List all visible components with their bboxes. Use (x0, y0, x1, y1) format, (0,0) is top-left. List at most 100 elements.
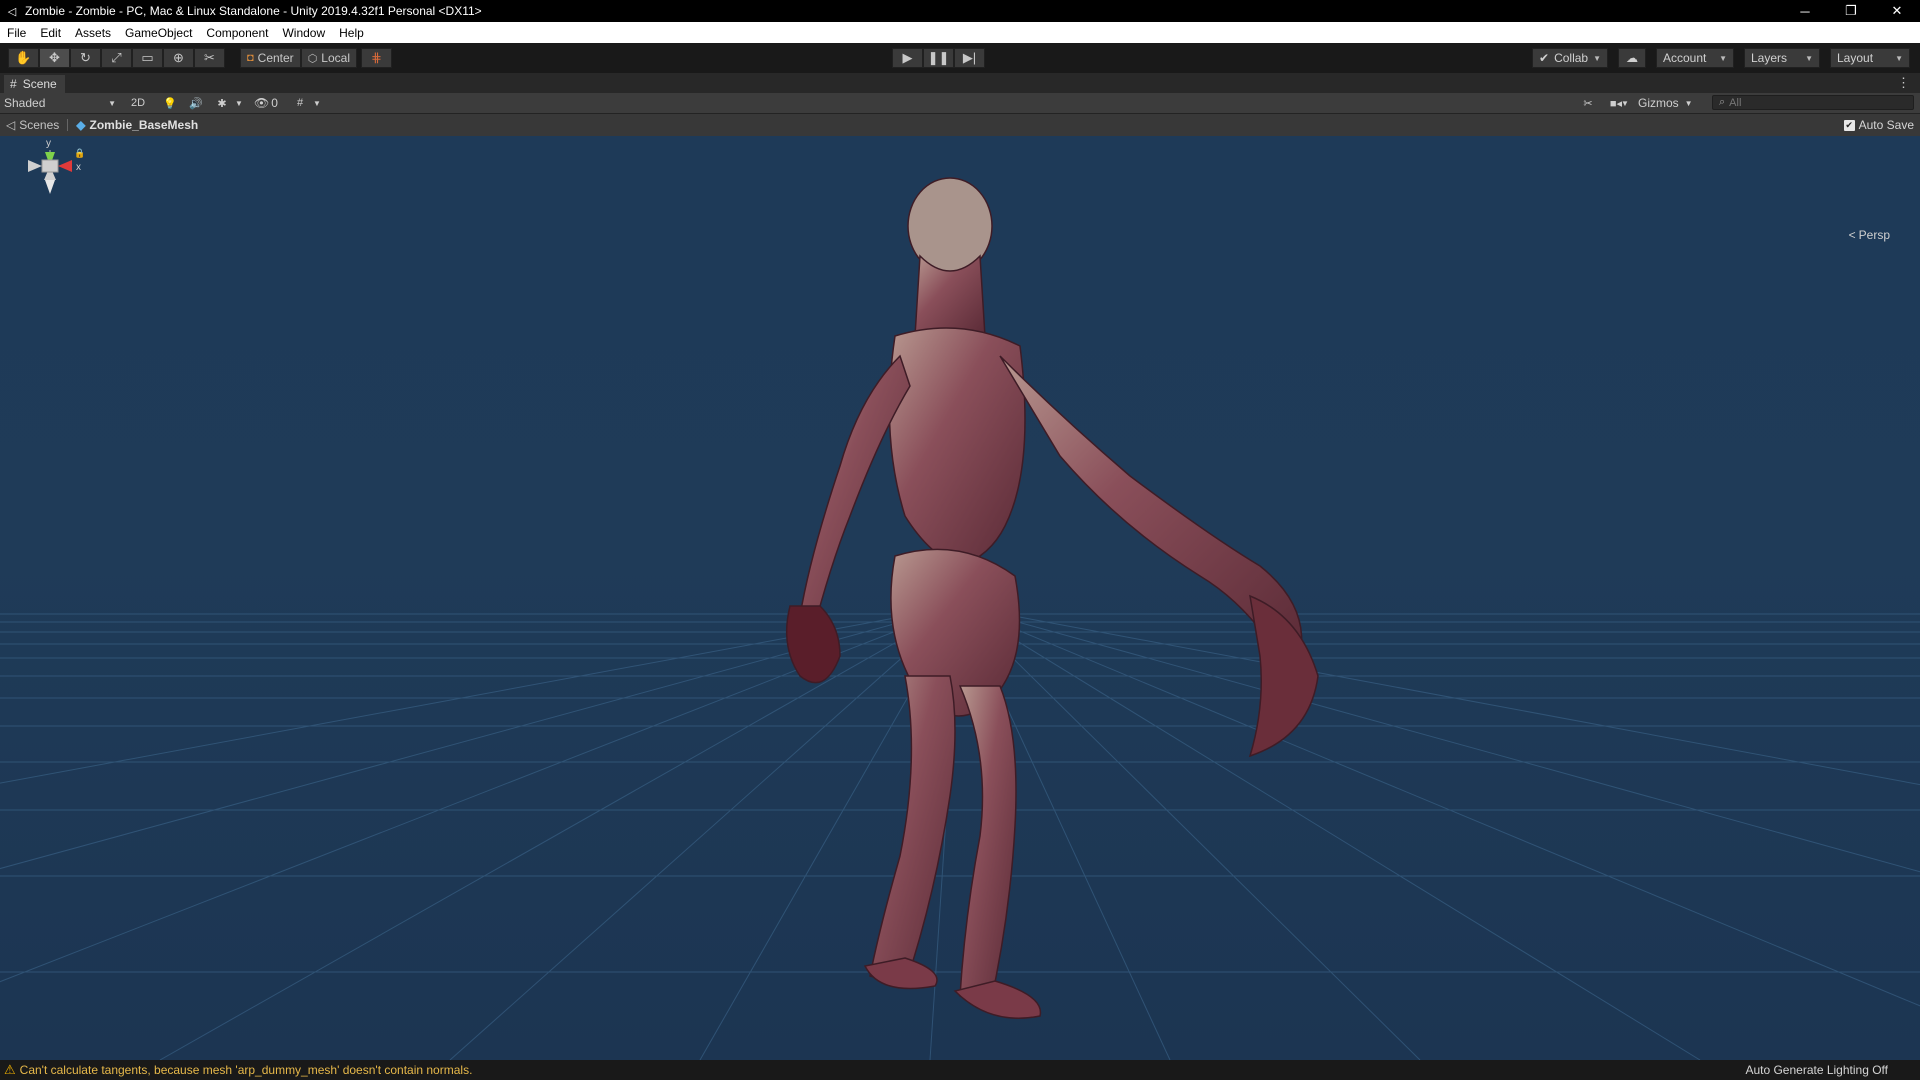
status-bar: ⚠ Can't calculate tangents, because mesh… (0, 1060, 1920, 1080)
layout-label: Layout (1837, 51, 1874, 65)
grid-snap-icon[interactable]: ⋕ (360, 48, 392, 68)
tools-icon[interactable]: ✂ (1576, 94, 1600, 112)
auto-save-checkbox[interactable]: ✔ (1843, 119, 1855, 131)
x-axis-cone[interactable] (58, 160, 72, 172)
chevron-down-icon: ▼ (1593, 53, 1602, 63)
scene-viewport[interactable]: y x 🔒 < Persp (0, 136, 1920, 1060)
rotate-tool-icon[interactable]: ↻ (70, 48, 101, 68)
main-toolbar: ✋ ✥ ↻ ⤢ ▭ ⊕ ✂ ◘ Center ⬡ Local ⋕ ▶ ❚❚ ▶|… (0, 43, 1920, 73)
pivot-rotation-label: Local (321, 51, 350, 65)
scene-tab-bar: # Scene ⋮ (0, 73, 1920, 93)
gizmos-label: Gizmos (1638, 96, 1679, 110)
breadcrumb: ◁ Scenes ◆ Zombie_BaseMesh ✔ Auto Save (0, 114, 1920, 136)
scale-tool-icon[interactable]: ⤢ (101, 48, 132, 68)
minimize-button[interactable]: ─ (1782, 0, 1828, 22)
collab-label: Collab (1554, 51, 1589, 65)
prefab-cube-icon: ◆ (76, 118, 86, 132)
hidden-objects-toggle[interactable]: 👁 0 (254, 94, 278, 112)
gizmo-x-label: x (76, 162, 81, 173)
chevron-down-icon[interactable]: ▼ (232, 94, 246, 112)
gizmos-dropdown[interactable]: Gizmos ▼ (1638, 94, 1693, 112)
breadcrumb-root-label: Scenes (19, 118, 60, 132)
pause-icon[interactable]: ❚❚ (923, 48, 954, 68)
pivot-mode-label: Center (257, 51, 294, 65)
chevron-down-icon: ▼ (1719, 53, 1727, 63)
menu-file[interactable]: File (0, 26, 33, 40)
tab-menu-icon[interactable]: ⋮ (1897, 75, 1910, 91)
projection-label: Persp (1858, 228, 1890, 242)
auto-save-label: Auto Save (1858, 118, 1914, 132)
warning-icon: ⚠ (4, 1062, 16, 1077)
account-dropdown[interactable]: Account ▼ (1656, 48, 1734, 68)
effects-toggle-icon[interactable]: ✱ (210, 94, 234, 112)
menu-help[interactable]: Help (332, 26, 371, 40)
lighting-status[interactable]: Auto Generate Lighting Off (1745, 1063, 1888, 1077)
breadcrumb-prefab[interactable]: ◆ Zombie_BaseMesh (76, 118, 198, 132)
back-icon: ◁ (6, 118, 16, 132)
menu-assets[interactable]: Assets (68, 26, 118, 40)
play-icon[interactable]: ▶ (892, 48, 923, 68)
title-bar: ◁ Zombie - Zombie - PC, Mac & Linux Stan… (0, 0, 1920, 22)
play-controls: ▶ ❚❚ ▶| (892, 48, 985, 68)
auto-save-toggle[interactable]: ✔ Auto Save (1843, 118, 1914, 132)
scene-search-input[interactable]: ⌕ All (1712, 95, 1914, 110)
pivot-tools: ◘ Center ⬡ Local ⋕ (240, 48, 392, 68)
pivot-center-icon: ◘ (247, 52, 254, 64)
hand-tool-icon[interactable]: ✋ (8, 48, 39, 68)
scene-grid-icon: # (10, 77, 17, 91)
layers-dropdown[interactable]: Layers ▼ (1744, 48, 1820, 68)
lock-icon[interactable]: 🔒 (74, 148, 85, 159)
pivot-mode-button[interactable]: ◘ Center (240, 48, 301, 68)
layers-label: Layers (1751, 51, 1788, 65)
chevron-down-icon[interactable]: ▼ (310, 94, 324, 112)
scene-toolbar: Shaded ▼ 2D 💡 🔊 ✱ ▼ 👁 0 # ▼ ✂ ■◂ ▼ Gizmo… (0, 93, 1920, 114)
layout-dropdown[interactable]: Layout ▼ (1830, 48, 1910, 68)
perspective-icon: < (1848, 228, 1856, 242)
window-title: Zombie - Zombie - PC, Mac & Linux Standa… (25, 4, 482, 18)
local-cube-icon: ⬡ (307, 52, 318, 65)
mode-2d-button[interactable]: 2D (126, 94, 150, 112)
restore-button[interactable]: ❐ (1828, 0, 1874, 22)
scene-grid-and-model (0, 177, 1920, 1060)
draw-mode-label: Shaded (4, 96, 46, 110)
window-controls: ─ ❐ ✕ (1782, 0, 1920, 22)
chevron-down-icon: ▼ (1895, 53, 1903, 63)
close-button[interactable]: ✕ (1874, 0, 1920, 22)
audio-toggle-icon[interactable]: 🔊 (184, 94, 208, 112)
menu-bar: File Edit Assets GameObject Component Wi… (0, 22, 1920, 43)
menu-edit[interactable]: Edit (33, 26, 68, 40)
menu-window[interactable]: Window (275, 26, 332, 40)
menu-gameobject[interactable]: GameObject (118, 26, 199, 40)
gizmo-center-cube[interactable] (41, 159, 59, 173)
chevron-down-icon: ▼ (108, 98, 116, 108)
menu-component[interactable]: Component (199, 26, 275, 40)
transform-tool-icon[interactable]: ⊕ (163, 48, 194, 68)
hidden-objects-count: 0 (271, 96, 278, 110)
cloud-icon: ☁ (1626, 51, 1638, 65)
custom-tool-icon[interactable]: ✂ (194, 48, 225, 68)
chevron-down-icon: ▼ (1805, 53, 1813, 63)
lighting-toggle-icon[interactable]: 💡 (158, 94, 182, 112)
pivot-rotation-button[interactable]: ⬡ Local (300, 48, 357, 68)
orientation-gizmo[interactable]: y x 🔒 (0, 136, 90, 256)
eye-hidden-icon: 👁 (254, 96, 270, 110)
chevron-down-icon: ▼ (1684, 98, 1693, 108)
draw-mode-dropdown[interactable]: Shaded ▼ (4, 94, 116, 112)
step-icon[interactable]: ▶| (954, 48, 985, 68)
projection-toggle[interactable]: < Persp (1849, 228, 1890, 242)
move-tool-icon[interactable]: ✥ (39, 48, 70, 68)
search-placeholder: All (1729, 96, 1742, 109)
breadcrumb-current-label: Zombie_BaseMesh (89, 118, 199, 132)
search-icon: ⌕ (1719, 96, 1726, 108)
breadcrumb-scenes[interactable]: ◁ Scenes (6, 118, 59, 132)
breadcrumb-divider (67, 119, 69, 131)
tab-scene[interactable]: # Scene (4, 75, 65, 93)
rect-tool-icon[interactable]: ▭ (132, 48, 163, 68)
console-warning-message[interactable]: Can't calculate tangents, because mesh '… (20, 1063, 473, 1077)
unity-logo-icon: ◁ (7, 5, 17, 18)
chevron-down-icon[interactable]: ▼ (1618, 94, 1632, 112)
zombie-model (785, 177, 1319, 1019)
cloud-button[interactable]: ☁ (1618, 48, 1646, 68)
collab-dropdown[interactable]: ✔ Collab ▼ (1532, 48, 1609, 68)
grid-toggle-icon[interactable]: # (288, 94, 312, 112)
